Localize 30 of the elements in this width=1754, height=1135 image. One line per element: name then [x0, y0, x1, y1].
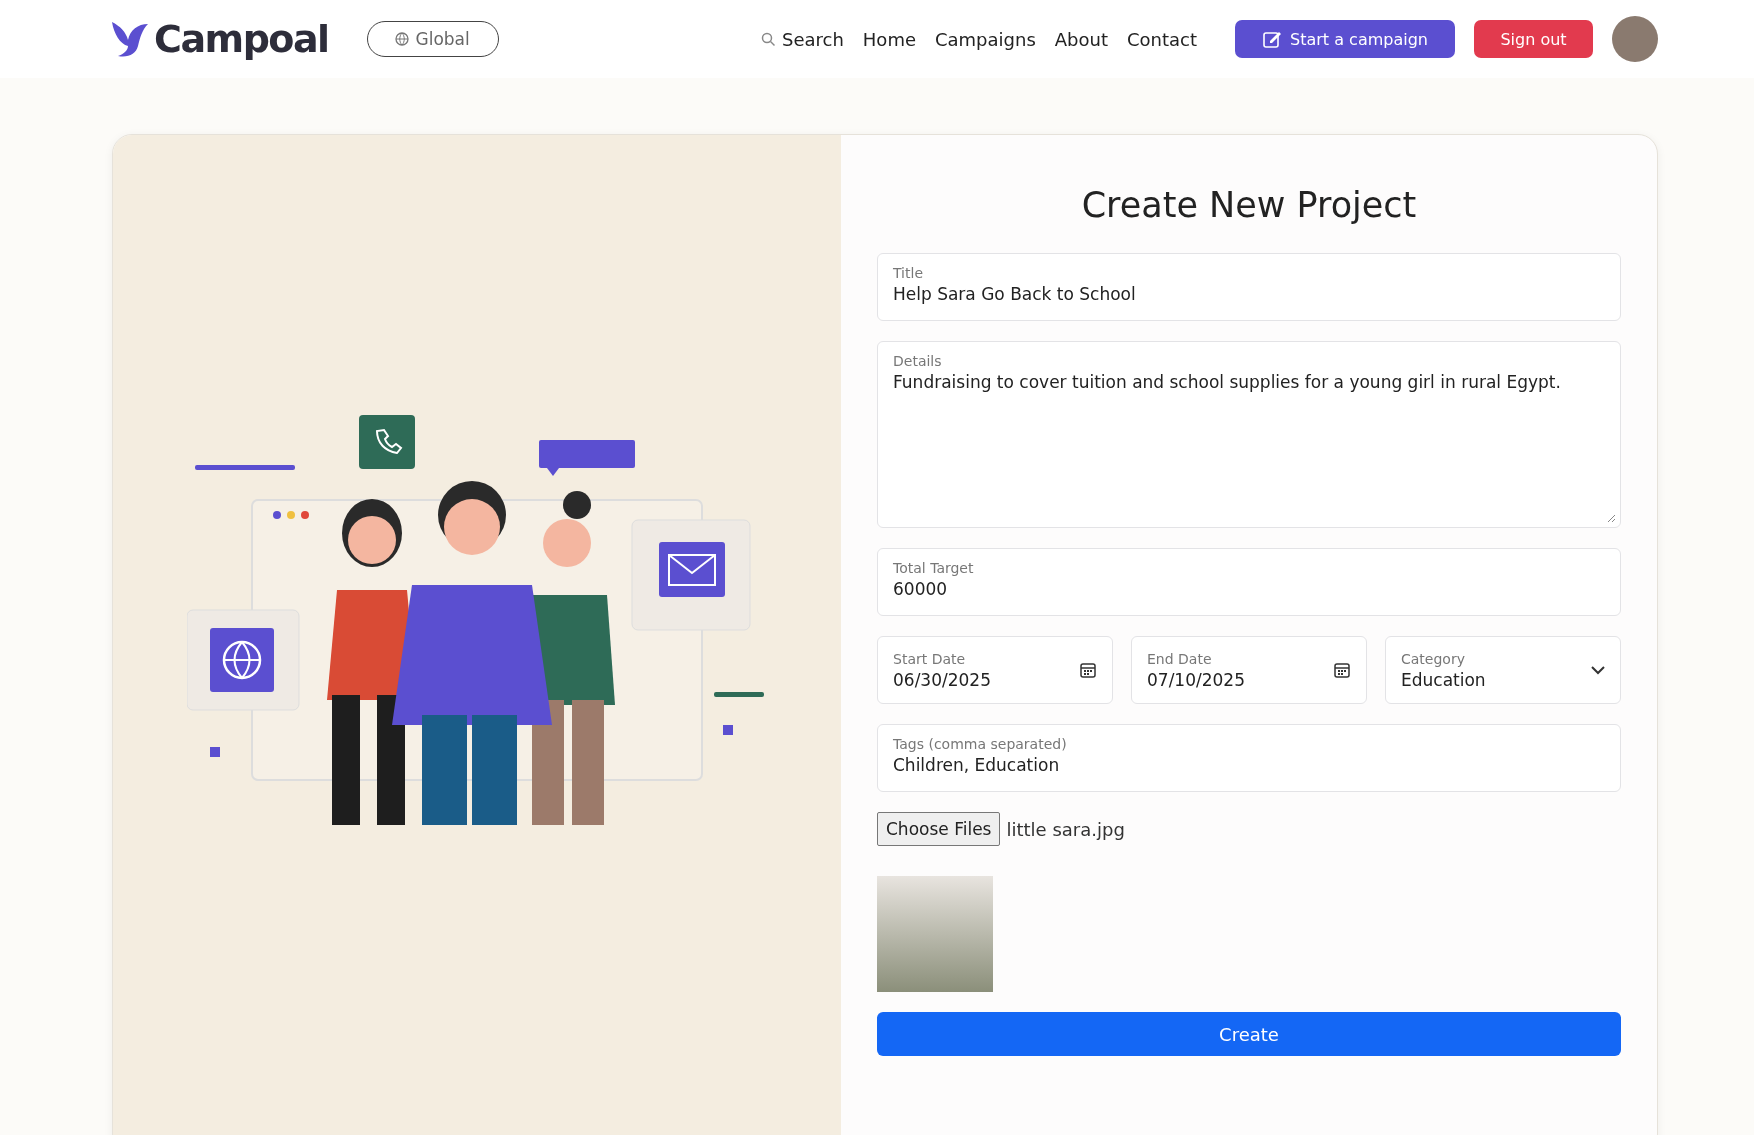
- file-name: little sara.jpg: [1006, 818, 1125, 840]
- nav-link[interactable]: Home: [862, 28, 916, 50]
- start-campaign-button[interactable]: Start a campaign: [1235, 20, 1455, 58]
- calendar-icon[interactable]: [1333, 661, 1351, 679]
- create-button[interactable]: Create: [877, 1012, 1621, 1056]
- date-field[interactable]: Start Date 06/30/2025: [877, 636, 1113, 704]
- resize-handle-icon[interactable]: [1607, 514, 1616, 523]
- nav-link[interactable]: Contact: [1127, 28, 1198, 50]
- region-button[interactable]: Global: [366, 21, 499, 57]
- globe-icon: [395, 32, 410, 46]
- text-field[interactable]: Title Help Sara Go Back to School: [877, 253, 1621, 321]
- nav-link[interactable]: Campaigns: [935, 28, 1036, 50]
- avatar[interactable]: [1612, 16, 1658, 62]
- text-field[interactable]: Total Target 60000: [877, 548, 1621, 616]
- bird-logo-icon: [110, 20, 150, 58]
- campoal-logo[interactable]: Campoal: [110, 17, 329, 61]
- date-field[interactable]: End Date 07/10/2025: [1131, 636, 1367, 704]
- edit-icon: [1262, 29, 1283, 49]
- chevron-down-icon[interactable]: [1591, 665, 1605, 675]
- choose-files-button[interactable]: Choose Files: [877, 812, 1001, 846]
- search-icon: [761, 31, 776, 47]
- form-heading: Create New Project: [1080, 185, 1418, 225]
- tags-field[interactable]: Tags (comma separated) Children, Education: [877, 724, 1621, 792]
- details-textarea[interactable]: Details Fundraising to cover tuition and school supplies for a young girl in rural Egypt.: [877, 341, 1621, 528]
- nav-link[interactable]: About: [1054, 28, 1108, 50]
- calendar-icon[interactable]: [1079, 661, 1097, 679]
- search-link[interactable]: Search: [761, 28, 844, 50]
- category-select[interactable]: Category Education: [1385, 636, 1621, 704]
- logo-text: Campoal: [154, 17, 329, 61]
- sign-out-button[interactable]: Sign out: [1474, 20, 1593, 58]
